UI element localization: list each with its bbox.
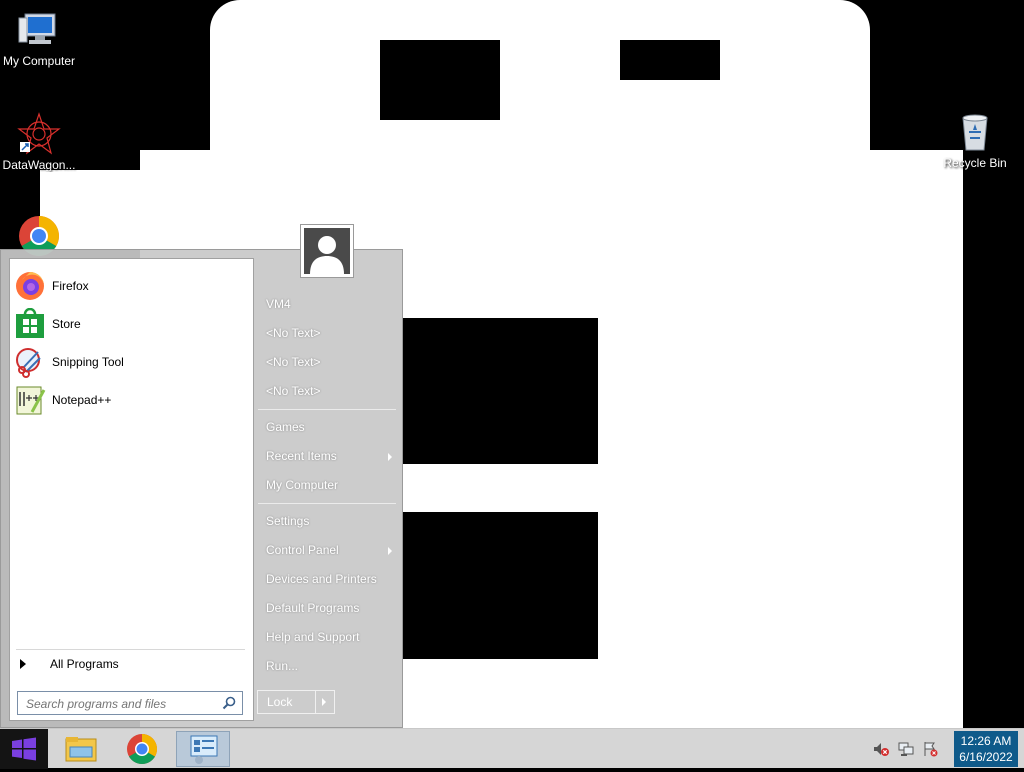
clock-time: 12:26 AM bbox=[960, 734, 1012, 748]
item-label: VM4 bbox=[266, 297, 291, 311]
item-label: Settings bbox=[266, 514, 310, 528]
desktop-icon-label: DataWagon... bbox=[2, 158, 76, 172]
recycle-bin-icon bbox=[953, 110, 997, 154]
system-clock[interactable]: 12:26 AM 6/16/2022 bbox=[954, 731, 1018, 767]
item-label: My Computer bbox=[266, 478, 339, 492]
start-right-item-settings[interactable]: Settings bbox=[258, 509, 396, 533]
desktop-icon-label: My Computer bbox=[2, 54, 76, 68]
pinned-program-firefox[interactable]: Firefox bbox=[14, 268, 244, 304]
start-right-item-run[interactable]: Run... bbox=[258, 654, 396, 678]
wallpaper-black-notch bbox=[380, 40, 500, 120]
divider bbox=[258, 503, 396, 504]
datawagon-icon bbox=[17, 112, 61, 156]
start-right-item-control-panel[interactable]: Control Panel bbox=[258, 538, 396, 562]
wallpaper-white-shape-top bbox=[210, 0, 870, 160]
item-label: Control Panel bbox=[266, 543, 339, 557]
program-label: Firefox bbox=[52, 279, 89, 293]
file-explorer-icon bbox=[65, 737, 97, 762]
submenu-arrow-icon bbox=[388, 547, 392, 555]
start-right-item-no-text-2[interactable]: <No Text> bbox=[258, 350, 396, 374]
item-label: Help and Support bbox=[266, 630, 360, 644]
start-right-item-vm4[interactable]: VM4 bbox=[258, 292, 396, 316]
all-programs-label: All Programs bbox=[50, 657, 119, 671]
user-avatar[interactable] bbox=[300, 224, 354, 278]
start-right-item-my-computer[interactable]: My Computer bbox=[258, 473, 396, 497]
item-label: <No Text> bbox=[266, 384, 321, 398]
store-icon bbox=[14, 307, 46, 340]
divider bbox=[315, 691, 316, 713]
program-label: Store bbox=[52, 317, 81, 331]
wallpaper-black-block-2 bbox=[403, 512, 598, 659]
start-menu-programs-pane: Firefox Store Snipping Tool Notepad++ Al… bbox=[9, 258, 254, 721]
lock-label: Lock bbox=[267, 695, 293, 709]
start-right-item-help-and-support[interactable]: Help and Support bbox=[258, 625, 396, 649]
expand-arrow-icon bbox=[20, 659, 26, 669]
pinned-program-notepad-plus-plus[interactable]: Notepad++ bbox=[14, 382, 244, 418]
notepad-plus-plus-icon bbox=[14, 384, 46, 416]
lock-options-arrow-icon[interactable] bbox=[322, 698, 326, 706]
search-box[interactable] bbox=[17, 691, 243, 715]
search-icon[interactable] bbox=[222, 696, 236, 710]
desktop-icon-recycle-bin[interactable]: Recycle Bin bbox=[936, 110, 1014, 170]
divider bbox=[258, 409, 396, 410]
start-right-item-devices-and-printers[interactable]: Devices and Printers bbox=[258, 567, 396, 591]
item-label: Recent Items bbox=[266, 449, 337, 463]
lock-button[interactable]: Lock bbox=[257, 690, 335, 714]
item-label: Games bbox=[266, 420, 305, 434]
user-icon bbox=[304, 228, 350, 274]
item-label: Run... bbox=[266, 659, 299, 673]
wallpaper-black-notch-2 bbox=[620, 40, 720, 80]
desktop-icon-my-computer[interactable]: My Computer bbox=[0, 8, 78, 68]
program-label: Snipping Tool bbox=[52, 355, 124, 369]
clock-date: 6/16/2022 bbox=[959, 750, 1013, 764]
taskbar-chrome[interactable] bbox=[115, 731, 169, 767]
taskbar-control-panel[interactable] bbox=[176, 731, 230, 767]
desktop-icon-datawagon[interactable]: DataWagon... bbox=[0, 112, 78, 172]
item-label: Default Programs bbox=[266, 601, 360, 615]
pinned-program-store[interactable]: Store bbox=[14, 306, 244, 342]
item-label: <No Text> bbox=[266, 326, 321, 340]
volume-muted-icon[interactable] bbox=[873, 741, 889, 757]
wallpaper-black-block-1 bbox=[403, 318, 598, 464]
program-label: Notepad++ bbox=[52, 393, 112, 407]
start-right-item-default-programs[interactable]: Default Programs bbox=[258, 596, 396, 620]
start-right-item-games[interactable]: Games bbox=[258, 415, 396, 439]
submenu-arrow-icon bbox=[388, 453, 392, 461]
firefox-icon bbox=[14, 270, 46, 302]
windows-start-icon bbox=[12, 737, 36, 761]
network-icon[interactable] bbox=[898, 741, 914, 757]
taskbar-file-explorer[interactable] bbox=[54, 731, 108, 767]
action-center-icon[interactable] bbox=[922, 741, 938, 757]
desktop-icon-label: Recycle Bin bbox=[943, 156, 1007, 170]
divider bbox=[16, 649, 245, 650]
start-right-item-no-text-3[interactable]: <No Text> bbox=[258, 379, 396, 403]
control-panel-icon bbox=[190, 735, 218, 764]
start-button[interactable] bbox=[0, 729, 48, 769]
start-right-item-recent-items[interactable]: Recent Items bbox=[258, 444, 396, 468]
snipping-tool-icon bbox=[14, 346, 46, 378]
search-input[interactable] bbox=[24, 693, 224, 715]
item-label: Devices and Printers bbox=[266, 572, 377, 586]
my-computer-icon bbox=[17, 8, 61, 52]
pinned-program-snipping-tool[interactable]: Snipping Tool bbox=[14, 344, 244, 380]
all-programs-button[interactable]: All Programs bbox=[20, 657, 119, 671]
start-right-item-no-text-1[interactable]: <No Text> bbox=[258, 321, 396, 345]
taskbar: 12:26 AM 6/16/2022 bbox=[0, 728, 1024, 769]
item-label: <No Text> bbox=[266, 355, 321, 369]
chrome-icon bbox=[127, 734, 158, 765]
